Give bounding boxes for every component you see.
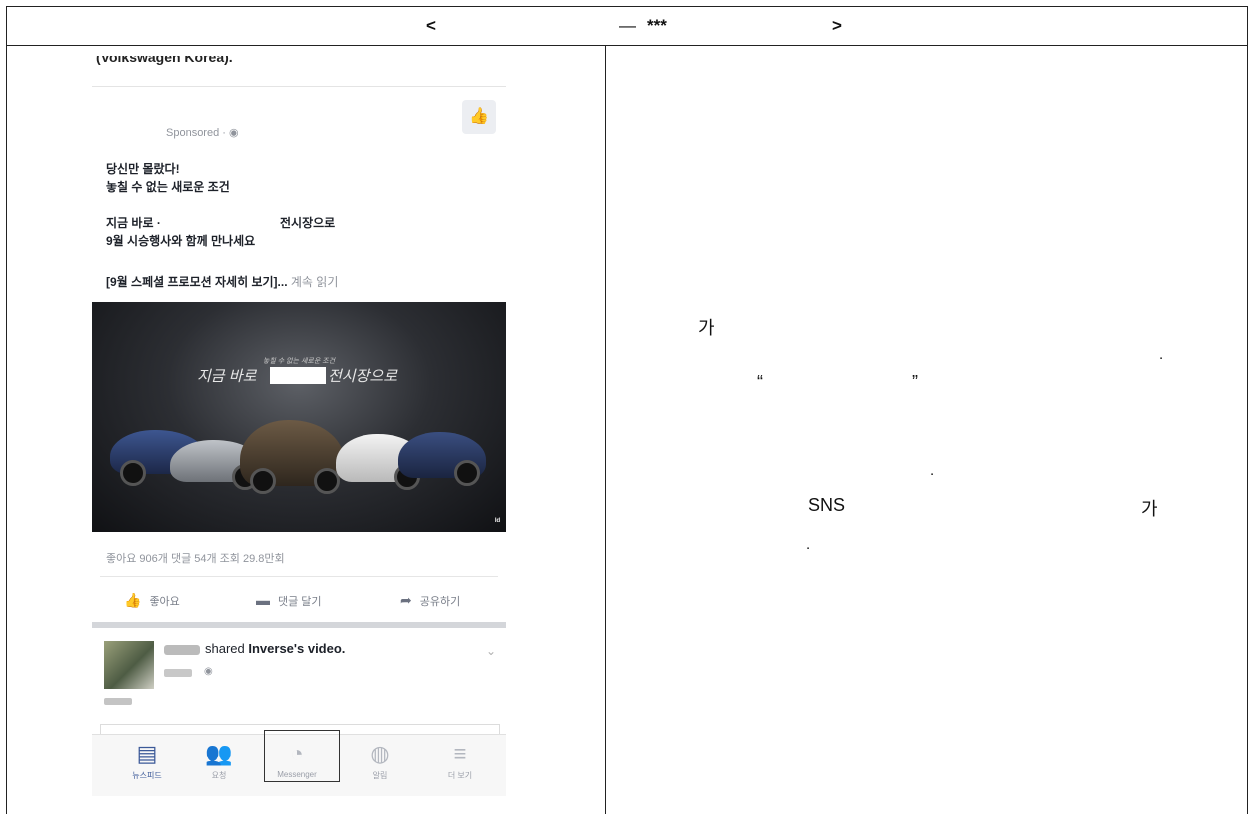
thumbs-up-icon: 👍 <box>469 108 489 125</box>
divider <box>92 86 506 87</box>
shared-post-headline: shared Inverse's video. <box>205 641 346 656</box>
body-text: . <box>1159 346 1164 363</box>
news-feed-icon: ▤ <box>136 741 158 766</box>
body-text: . <box>806 536 811 553</box>
body-text: . <box>930 462 935 479</box>
highlight-box-messenger <box>264 730 340 782</box>
divider <box>100 576 498 577</box>
feed-separator <box>92 622 506 628</box>
thumbs-up-icon: 👍 <box>124 592 142 608</box>
friend-requests-icon: 👥 <box>205 741 233 766</box>
avatar[interactable] <box>104 641 154 689</box>
tab-requests[interactable]: 👥 요청 <box>184 741 254 781</box>
header-right-bracket: > <box>832 16 842 35</box>
comment-action-button[interactable]: ▬ 댓글 달기 <box>256 592 322 609</box>
chevron-down-icon[interactable]: ⌄ <box>486 644 496 658</box>
body-text: SNS <box>808 495 846 515</box>
blurred-text <box>104 698 132 705</box>
header-left-bracket: < <box>426 16 436 35</box>
ad-badge: ᴵᵈ <box>494 516 500 526</box>
ad-car-image[interactable]: 놓칠 수 없는 새로운 조건 지금 바로 전시장으로 ᴵᵈ <box>92 302 506 532</box>
like-action-button[interactable]: 👍 좋아요 <box>124 592 180 609</box>
globe-icon: ◉ <box>204 666 213 677</box>
tab-notifications[interactable]: ◍ 알림 <box>345 741 415 781</box>
see-more-link[interactable]: 계속 읽기 <box>291 275 339 289</box>
tab-more[interactable]: ≡ 더 보기 <box>425 741 495 781</box>
previous-post-tail: (Volkswagen Korea). <box>96 56 233 65</box>
globe-icon: ◉ <box>228 127 239 139</box>
comment-icon: ▬ <box>256 592 270 608</box>
engagement-stats: 좋아요 906개 댓글 54개 조회 29.8만회 <box>106 553 285 565</box>
ad-text-line: 당신만 몰랐다! <box>106 162 180 176</box>
share-action-button[interactable]: ➦ 공유하기 <box>400 592 460 609</box>
ad-text-line: 9월 시승행사와 함께 만나세요 <box>106 234 256 248</box>
ad-image-headline: 지금 바로 <box>197 368 257 385</box>
table-header-row: < — *** > <box>7 7 1247 46</box>
header-stars: *** <box>647 16 667 35</box>
share-icon: ➦ <box>400 592 412 608</box>
ad-text-line: [9월 스페셜 프로모션 자세히 보기]... 계속 읽기 <box>106 275 339 289</box>
tab-news-feed[interactable]: ▤ 뉴스피드 <box>112 741 182 781</box>
body-text: “ <box>757 372 763 392</box>
ad-image-headline: 전시장으로 <box>328 368 398 385</box>
redaction-box <box>270 367 326 384</box>
blurred-name <box>164 645 200 655</box>
car-wheel <box>250 468 276 494</box>
ad-text-line: 놓칠 수 없는 새로운 조건 <box>106 180 230 194</box>
ad-text-line: 지금 바로 · <box>106 216 161 230</box>
body-text: 가 <box>698 318 715 338</box>
ad-text-line: 전시장으로 <box>280 216 336 230</box>
car-wheel <box>120 460 146 486</box>
sponsored-label: Sponsored · ◉ <box>166 127 239 139</box>
header-dash: — <box>619 16 636 35</box>
more-menu-icon: ≡ <box>453 741 467 766</box>
blurred-timestamp <box>164 669 192 677</box>
car-wheel <box>454 460 480 486</box>
facebook-feed-screenshot: (Volkswagen Korea). 👍 Sponsored · ◉ 당신만 … <box>92 56 506 796</box>
body-text: ” <box>912 372 918 392</box>
body-text: 가 <box>1141 499 1158 519</box>
ad-image-caption: 놓칠 수 없는 새로운 조건 <box>262 358 336 365</box>
column-divider <box>605 46 606 814</box>
page-like-button[interactable]: 👍 <box>462 100 496 134</box>
notifications-globe-icon: ◍ <box>370 741 390 766</box>
